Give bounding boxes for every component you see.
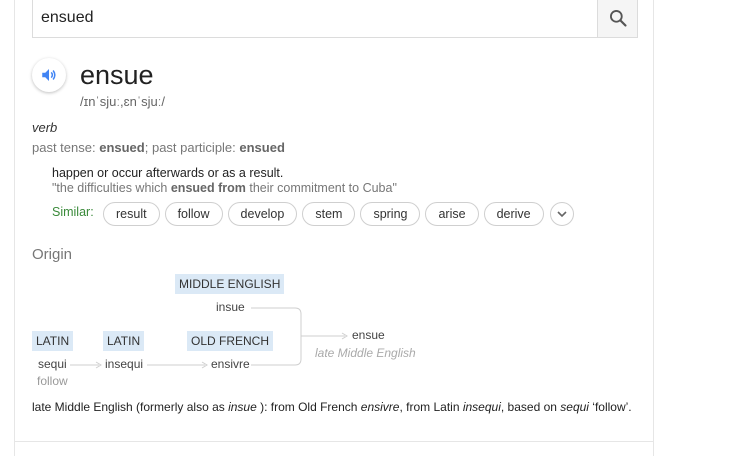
result-period: late Middle English: [315, 346, 416, 360]
origin-description: late Middle English (formerly also as in…: [32, 400, 632, 414]
middle-english-label: MIDDLE ENGLISH: [175, 274, 285, 294]
latin-word-insequi: insequi: [105, 357, 144, 371]
old-french-word: ensivre: [211, 357, 250, 371]
old-french-label: OLD FRENCH: [187, 331, 274, 351]
etymology-connectors: [70, 307, 348, 369]
latin-label-2: LATIN: [103, 331, 145, 351]
latin-word-sequi: sequi: [38, 357, 67, 371]
middle-english-word: insue: [216, 300, 245, 314]
result-word: ensue: [352, 328, 385, 342]
latin-gloss: follow: [37, 374, 68, 388]
dictionary-card: ensue /ɪnˈsjuː,ɛnˈsjuː/ verb past tense:…: [14, 0, 654, 456]
card-divider: [15, 441, 653, 442]
latin-label: LATIN: [32, 331, 74, 351]
